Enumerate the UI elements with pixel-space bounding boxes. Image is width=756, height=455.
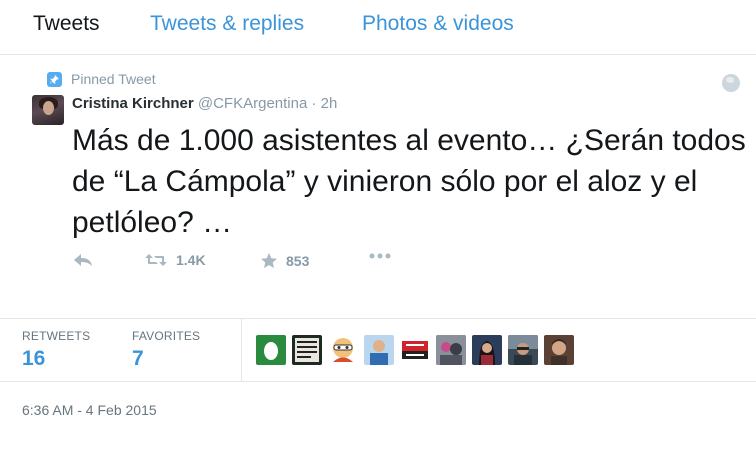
favoriter-avatar[interactable] xyxy=(256,335,286,365)
retweet-button[interactable]: 1.4K xyxy=(144,252,206,268)
tab-photos-videos[interactable]: Photos & videos xyxy=(362,12,514,36)
more-icon xyxy=(369,253,391,259)
reply-button[interactable] xyxy=(72,252,94,268)
favoriter-avatar[interactable] xyxy=(292,335,322,365)
avatar[interactable] xyxy=(32,95,64,125)
tab-tweets-replies[interactable]: Tweets & replies xyxy=(150,12,304,36)
tweet-timestamp[interactable]: 6:36 AM - 4 Feb 2015 xyxy=(22,402,157,418)
stats-divider xyxy=(241,319,242,381)
favoriter-avatar[interactable] xyxy=(328,335,358,365)
globe-icon[interactable] xyxy=(722,74,740,92)
tab-tweets[interactable]: Tweets xyxy=(33,12,100,36)
retweets-label: RETWEETS xyxy=(22,329,91,343)
favorite-count: 853 xyxy=(286,253,310,269)
tweet-time[interactable]: · 2h xyxy=(312,95,338,112)
tweet-text: Más de 1.000 asistentes al evento… ¿Será… xyxy=(72,124,746,239)
favoriter-avatar[interactable] xyxy=(364,335,394,365)
retweet-icon xyxy=(145,254,167,266)
pinned-label: Pinned Tweet xyxy=(71,71,156,87)
pin-icon xyxy=(47,72,62,87)
profile-tabs: Tweets Tweets & replies Photos & videos xyxy=(0,0,756,55)
favorites-stat[interactable]: FAVORITES 7 xyxy=(132,329,200,371)
retweets-stat[interactable]: RETWEETS 16 xyxy=(22,329,90,371)
tweet-actions: 1.4K 853 xyxy=(72,252,472,276)
favoriter-avatar[interactable] xyxy=(508,335,538,365)
favoriter-avatar[interactable] xyxy=(472,335,502,365)
favoriter-avatar[interactable] xyxy=(544,335,574,365)
author-name[interactable]: Cristina Kirchner xyxy=(72,95,194,112)
tweet-header: Cristina Kirchner @CFKArgentina · 2h xyxy=(72,95,337,112)
retweet-count: 1.4K xyxy=(176,252,206,268)
favorite-icon xyxy=(261,253,277,268)
author-handle[interactable]: @CFKArgentina xyxy=(198,95,307,112)
retweets-value: 16 xyxy=(22,347,46,370)
favoriter-avatar[interactable] xyxy=(436,335,466,365)
tweet-stats: RETWEETS 16 FAVORITES 7 xyxy=(0,318,756,382)
favorites-value: 7 xyxy=(132,347,144,370)
favorites-label: FAVORITES xyxy=(132,329,201,343)
reply-icon xyxy=(74,254,92,266)
favoriter-avatar[interactable] xyxy=(400,335,430,365)
favorite-button[interactable]: 853 xyxy=(260,252,309,270)
more-button[interactable] xyxy=(368,252,392,260)
